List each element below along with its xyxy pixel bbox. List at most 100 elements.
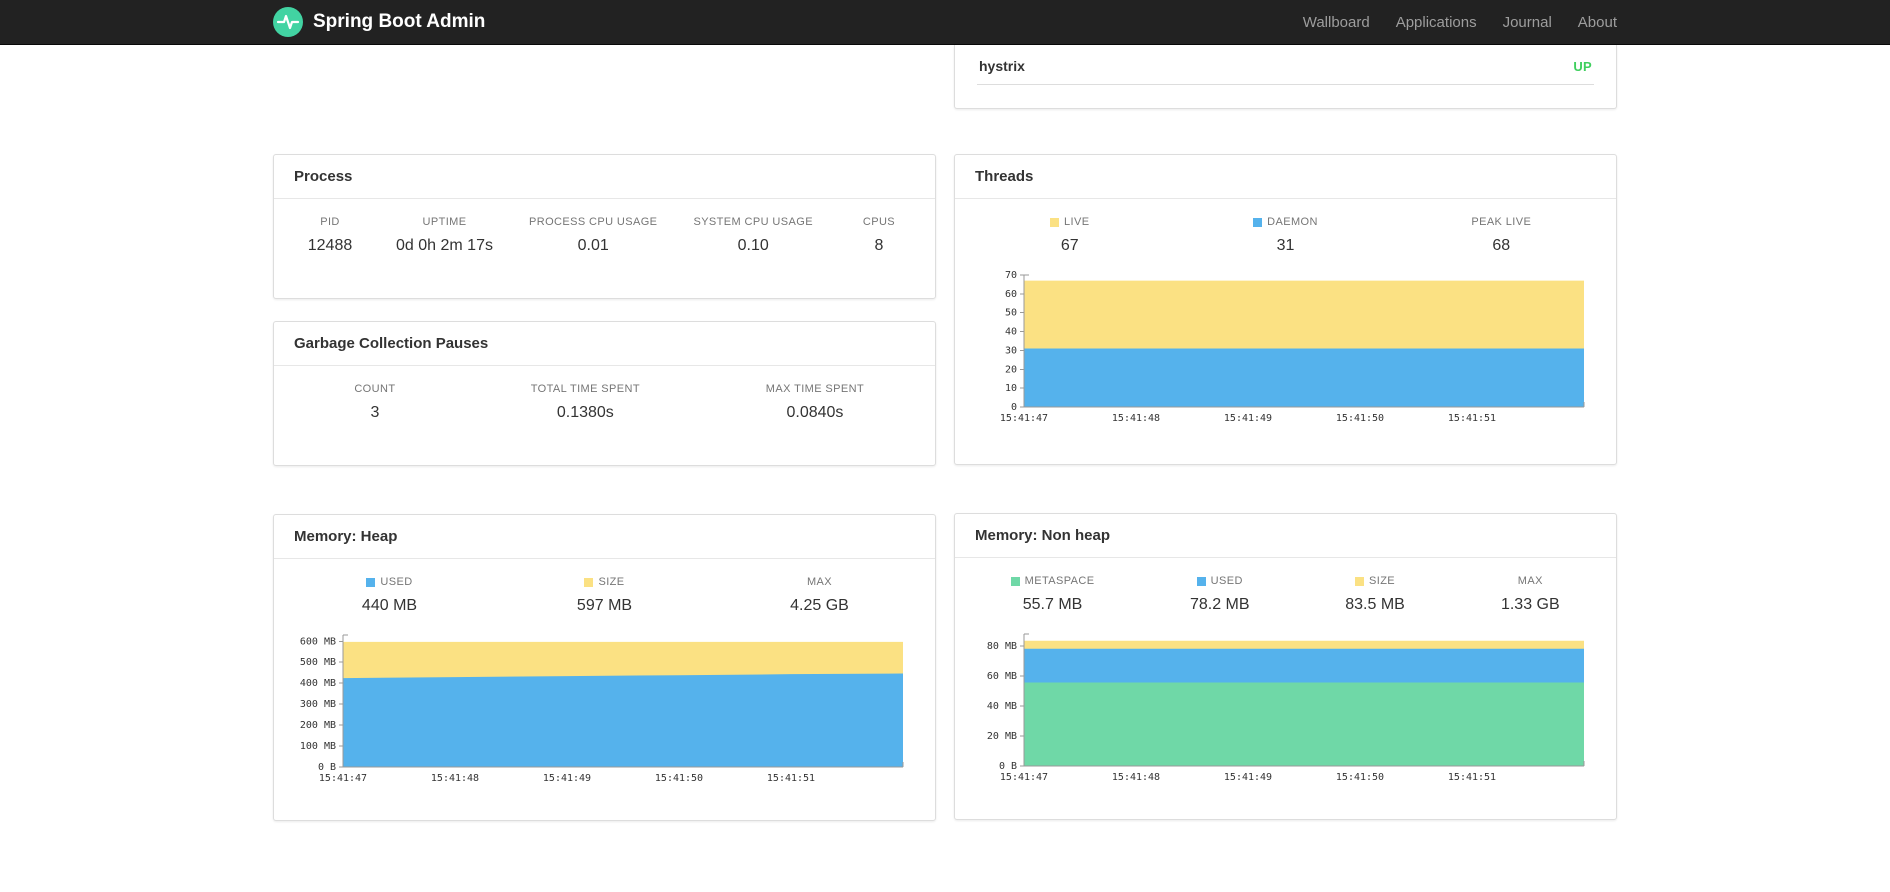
legend-swatch-used-icon [366,577,376,587]
card-title: Memory: Heap [274,515,935,559]
heap-legend: USED 440 MB SIZE 597 MB MAX 4.25 GB [274,559,935,623]
svg-text:15:41:47: 15:41:47 [999,772,1047,783]
svg-text:0: 0 [1010,402,1016,413]
svg-text:15:41:50: 15:41:50 [1335,413,1383,424]
health-row-hystrix: hystrix UP [977,45,1594,85]
metric-value: 440 MB [361,597,418,614]
spring-boot-admin-logo-icon [273,7,303,37]
metric-heap-max: MAX 4.25 GB [790,576,850,615]
metric-value: 55.7 MB [1022,596,1083,613]
svg-text:15:41:48: 15:41:48 [1111,772,1159,783]
legend-swatch-used-icon [1196,576,1206,586]
metric-value: 0.0840s [786,404,844,421]
svg-text:15:41:48: 15:41:48 [430,773,478,784]
metric-heap-size: SIZE 597 MB [575,576,635,615]
metric-gc-total-time: TOTAL TIME SPENT 0.1380s [531,383,640,422]
svg-text:15:41:48: 15:41:48 [1111,413,1159,424]
right-column: hystrix UP Threads LIVE 67 DAEMON 31 PEA… [954,45,1617,821]
brand-title: Spring Boot Admin [313,11,486,32]
garbage-collection-card: Garbage Collection Pauses COUNT 3 TOTAL … [273,321,936,466]
svg-text:80 MB: 80 MB [986,641,1016,652]
memory-heap-card: Memory: Heap USED 440 MB SIZE 597 MB MAX… [273,514,936,821]
svg-text:200 MB: 200 MB [299,720,335,731]
svg-text:100 MB: 100 MB [299,741,335,752]
metric-label: SIZE [575,576,635,588]
metric-label: MAX [1517,575,1543,587]
legend-swatch-metaspace-icon [1010,576,1020,586]
metric-cpus: CPUS 8 [849,216,909,255]
nav-item-wallboard[interactable]: Wallboard [1303,14,1370,31]
metric-system-cpu-usage: SYSTEM CPU USAGE 0.10 [693,216,812,255]
health-indicator-name: hystrix [979,58,1025,74]
svg-text:40: 40 [1004,327,1016,338]
metric-value: 67 [1060,237,1079,254]
metric-label: PROCESS CPU USAGE [528,216,658,228]
svg-text:0 B: 0 B [317,762,335,773]
memory-nonheap-chart: 0 B 20 MB 40 MB 60 MB 80 MB 15:41:47 15:41:48 1… [986,633,1584,783]
metric-pid: PID 12488 [300,216,360,255]
process-metrics: PID 12488 UPTIME 0d 0h 2m 17s PROCESS CP… [274,199,935,263]
metric-label: PEAK LIVE [1471,216,1532,228]
metric-value: 83.5 MB [1345,596,1405,613]
metric-value: 0.01 [577,237,609,254]
health-status-badge: UP [1573,58,1592,74]
navbar-menu: Wallboard Applications Journal About [1303,14,1617,31]
metric-label: SYSTEM CPU USAGE [693,216,813,228]
svg-text:50: 50 [1004,308,1016,319]
svg-text:20 MB: 20 MB [986,731,1016,742]
nav-item-applications[interactable]: Applications [1396,14,1477,31]
svg-text:400 MB: 400 MB [299,678,335,689]
svg-text:60: 60 [1004,289,1016,300]
legend-swatch-live-icon [1049,217,1059,227]
svg-text:15:41:49: 15:41:49 [1223,413,1271,424]
svg-text:15:41:47: 15:41:47 [999,413,1047,424]
metric-label: USED [360,576,420,588]
threads-legend: LIVE 67 DAEMON 31 PEAK LIVE 68 [955,199,1616,263]
svg-text:500 MB: 500 MB [299,657,335,668]
metric-value: 8 [874,237,884,254]
page: Spring Boot Admin Wallboard Applications… [0,0,1890,892]
metric-value: 31 [1276,237,1295,254]
heap-chart-container: 0 B 100 MB 200 MB 300 MB 400 MB 500 MB 600 MB 1… [274,623,935,787]
svg-text:20: 20 [1004,364,1016,375]
metric-label: METASPACE [1010,575,1095,587]
metric-value: 68 [1492,237,1511,254]
memory-heap-chart: 0 B 100 MB 200 MB 300 MB 400 MB 500 MB 600 MB 1… [299,634,903,784]
metric-label: MAX [806,576,833,588]
threads-chart-container: 0 10 20 30 40 50 60 70 15:41:47 15:41:48 15:41:49 1… [955,263,1616,427]
svg-text:10: 10 [1004,383,1016,394]
metric-label: COUNT [354,383,396,395]
svg-text:15:41:50: 15:41:50 [1335,772,1383,783]
card-title: Memory: Non heap [955,514,1616,558]
metric-process-cpu-usage: PROCESS CPU USAGE 0.01 [529,216,657,255]
metric-value: 0d 0h 2m 17s [396,237,493,254]
metric-label: DAEMON [1253,216,1318,228]
process-card: Process PID 12488 UPTIME 0d 0h 2m 17s PR… [273,154,936,299]
metric-value: 597 MB [576,597,633,614]
card-title: Process [274,155,935,199]
nav-item-about[interactable]: About [1578,14,1617,31]
svg-text:600 MB: 600 MB [299,636,335,647]
metric-value: 12488 [307,237,353,254]
legend-swatch-size-icon [584,577,594,587]
svg-text:0 B: 0 B [998,761,1016,772]
legend-swatch-daemon-icon [1253,217,1263,227]
navbar: Spring Boot Admin Wallboard Applications… [0,0,1890,45]
metric-threads-peak-live: PEAK LIVE 68 [1471,216,1531,255]
nonheap-chart-container: 0 B 20 MB 40 MB 60 MB 80 MB 15:41:47 15:41:48 1… [955,622,1616,786]
metric-uptime: UPTIME 0d 0h 2m 17s [396,216,493,255]
metric-nonheap-size: SIZE 83.5 MB [1345,575,1405,614]
metric-nonheap-used: USED 78.2 MB [1190,575,1250,614]
metric-value: 4.25 GB [790,597,849,614]
svg-text:15:41:49: 15:41:49 [542,773,590,784]
threads-chart: 0 10 20 30 40 50 60 70 15:41:47 15:41:48 15:41:49 1… [999,270,1584,424]
brand[interactable]: Spring Boot Admin [273,7,485,37]
metric-nonheap-max: MAX 1.33 GB [1500,575,1560,614]
gc-metrics: COUNT 3 TOTAL TIME SPENT 0.1380s MAX TIM… [274,366,935,430]
metric-label: LIVE [1040,216,1100,228]
svg-text:15:41:49: 15:41:49 [1223,772,1271,783]
nav-item-journal[interactable]: Journal [1503,14,1552,31]
metric-label: SIZE [1345,575,1405,587]
nonheap-legend: METASPACE 55.7 MB USED 78.2 MB SIZE 83.5… [955,558,1616,622]
metric-label: USED [1190,575,1250,587]
